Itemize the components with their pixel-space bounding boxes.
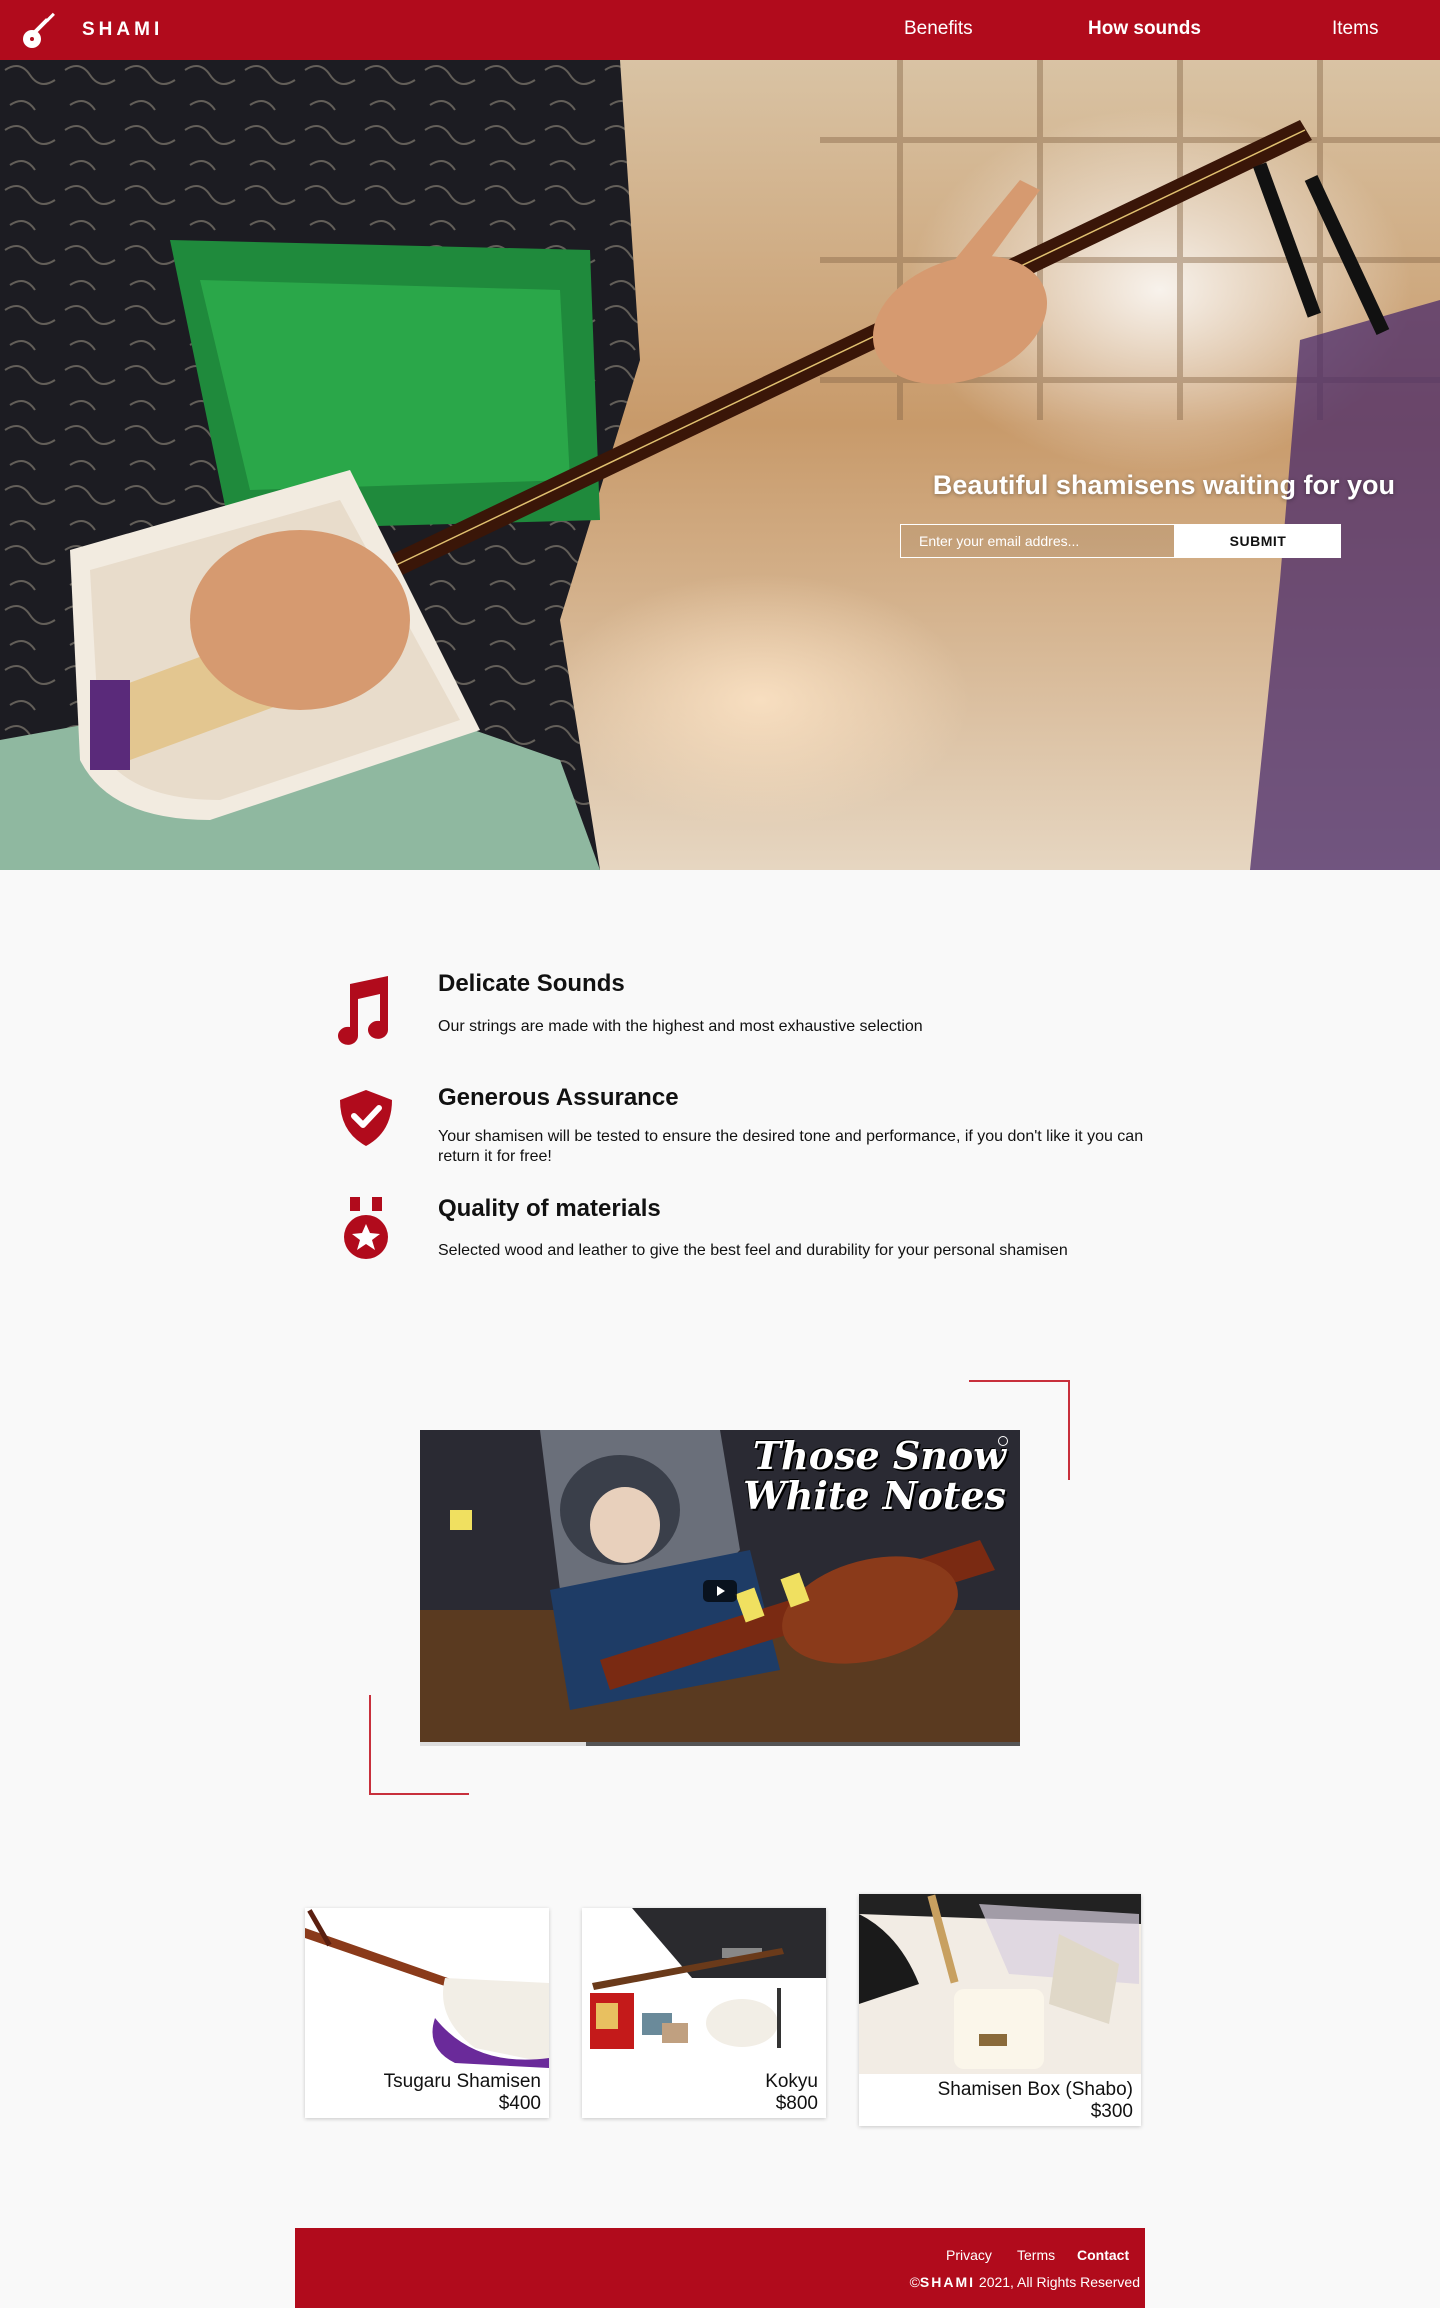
product-image — [305, 1908, 549, 2068]
video-progress-bar[interactable] — [420, 1742, 1020, 1746]
nav-how-sounds[interactable]: How sounds — [1088, 18, 1201, 40]
nav-benefits[interactable]: Benefits — [904, 18, 973, 40]
video-progress-fill — [420, 1742, 586, 1746]
play-icon — [717, 1586, 725, 1596]
benefit-title: Generous Assurance — [438, 1084, 679, 1111]
product-name: Kokyu — [765, 2071, 818, 2092]
footer-link-contact[interactable]: Contact — [1077, 2247, 1129, 2263]
product-card[interactable]: Shamisen Box (Shabo) $300 — [859, 1894, 1141, 2126]
hero-headline: Beautiful shamisens waiting for you — [932, 470, 1395, 500]
submit-button[interactable]: SUBMIT — [1175, 524, 1341, 558]
copyright-brand: SHAMI — [919, 2274, 976, 2290]
shield-check-icon — [340, 1090, 392, 1146]
main-nav: Benefits How sounds Items — [0, 0, 1440, 60]
decorative-line — [1068, 1380, 1070, 1480]
benefit-title: Delicate Sounds — [438, 970, 625, 997]
benefit-description: Selected wood and leather to give the be… — [438, 1242, 1068, 1259]
product-price: $400 — [498, 2093, 541, 2114]
email-input[interactable] — [900, 524, 1175, 558]
footer-link-privacy[interactable]: Privacy — [946, 2247, 992, 2263]
site-header: SHAMI Benefits How sounds Items — [0, 0, 1440, 60]
product-name: Tsugaru Shamisen — [383, 2071, 541, 2092]
product-image — [582, 1908, 826, 2070]
signup-form: SUBMIT — [900, 524, 1341, 558]
play-button[interactable] — [703, 1580, 737, 1602]
product-image — [859, 1894, 1141, 2074]
product-card[interactable]: Kokyu $800 — [582, 1908, 826, 2118]
copyright-text: 2021, All Rights Reserved — [975, 2274, 1140, 2290]
info-icon[interactable] — [998, 1436, 1008, 1446]
video-caption: Those Snow White Notes — [743, 1436, 1006, 1516]
decorative-line — [369, 1793, 469, 1795]
benefit-description: Our strings are made with the highest an… — [438, 1018, 923, 1035]
benefit-description: Your shamisen will be tested to ensure t… — [438, 1128, 1144, 1165]
video-player[interactable]: Those Snow White Notes — [420, 1430, 1020, 1746]
decorative-line — [369, 1695, 371, 1795]
copyright-symbol: © — [909, 2274, 920, 2290]
footer-link-terms[interactable]: Terms — [1017, 2247, 1055, 2263]
music-note-icon — [338, 976, 388, 1045]
site-footer: Privacy Terms Contact ©SHAMI 2021, All R… — [295, 2228, 1145, 2308]
copyright: ©SHAMI 2021, All Rights Reserved — [910, 2274, 1140, 2290]
benefit-title: Quality of materials — [438, 1195, 661, 1222]
video-caption-line: Those Snow — [752, 1433, 1006, 1478]
product-card[interactable]: Tsugaru Shamisen $400 — [305, 1908, 549, 2118]
medal-star-icon — [344, 1197, 388, 1259]
product-price: $300 — [1090, 2101, 1133, 2122]
hero-section: Beautiful shamisens waiting for you SUBM… — [0, 60, 1440, 870]
video-caption-line: White Notes — [743, 1473, 1006, 1518]
product-price: $800 — [775, 2093, 818, 2114]
decorative-line — [969, 1380, 1069, 1382]
product-name: Shamisen Box (Shabo) — [937, 2079, 1133, 2100]
nav-items[interactable]: Items — [1332, 18, 1378, 40]
hero-shamisen-photo — [0, 60, 1440, 870]
